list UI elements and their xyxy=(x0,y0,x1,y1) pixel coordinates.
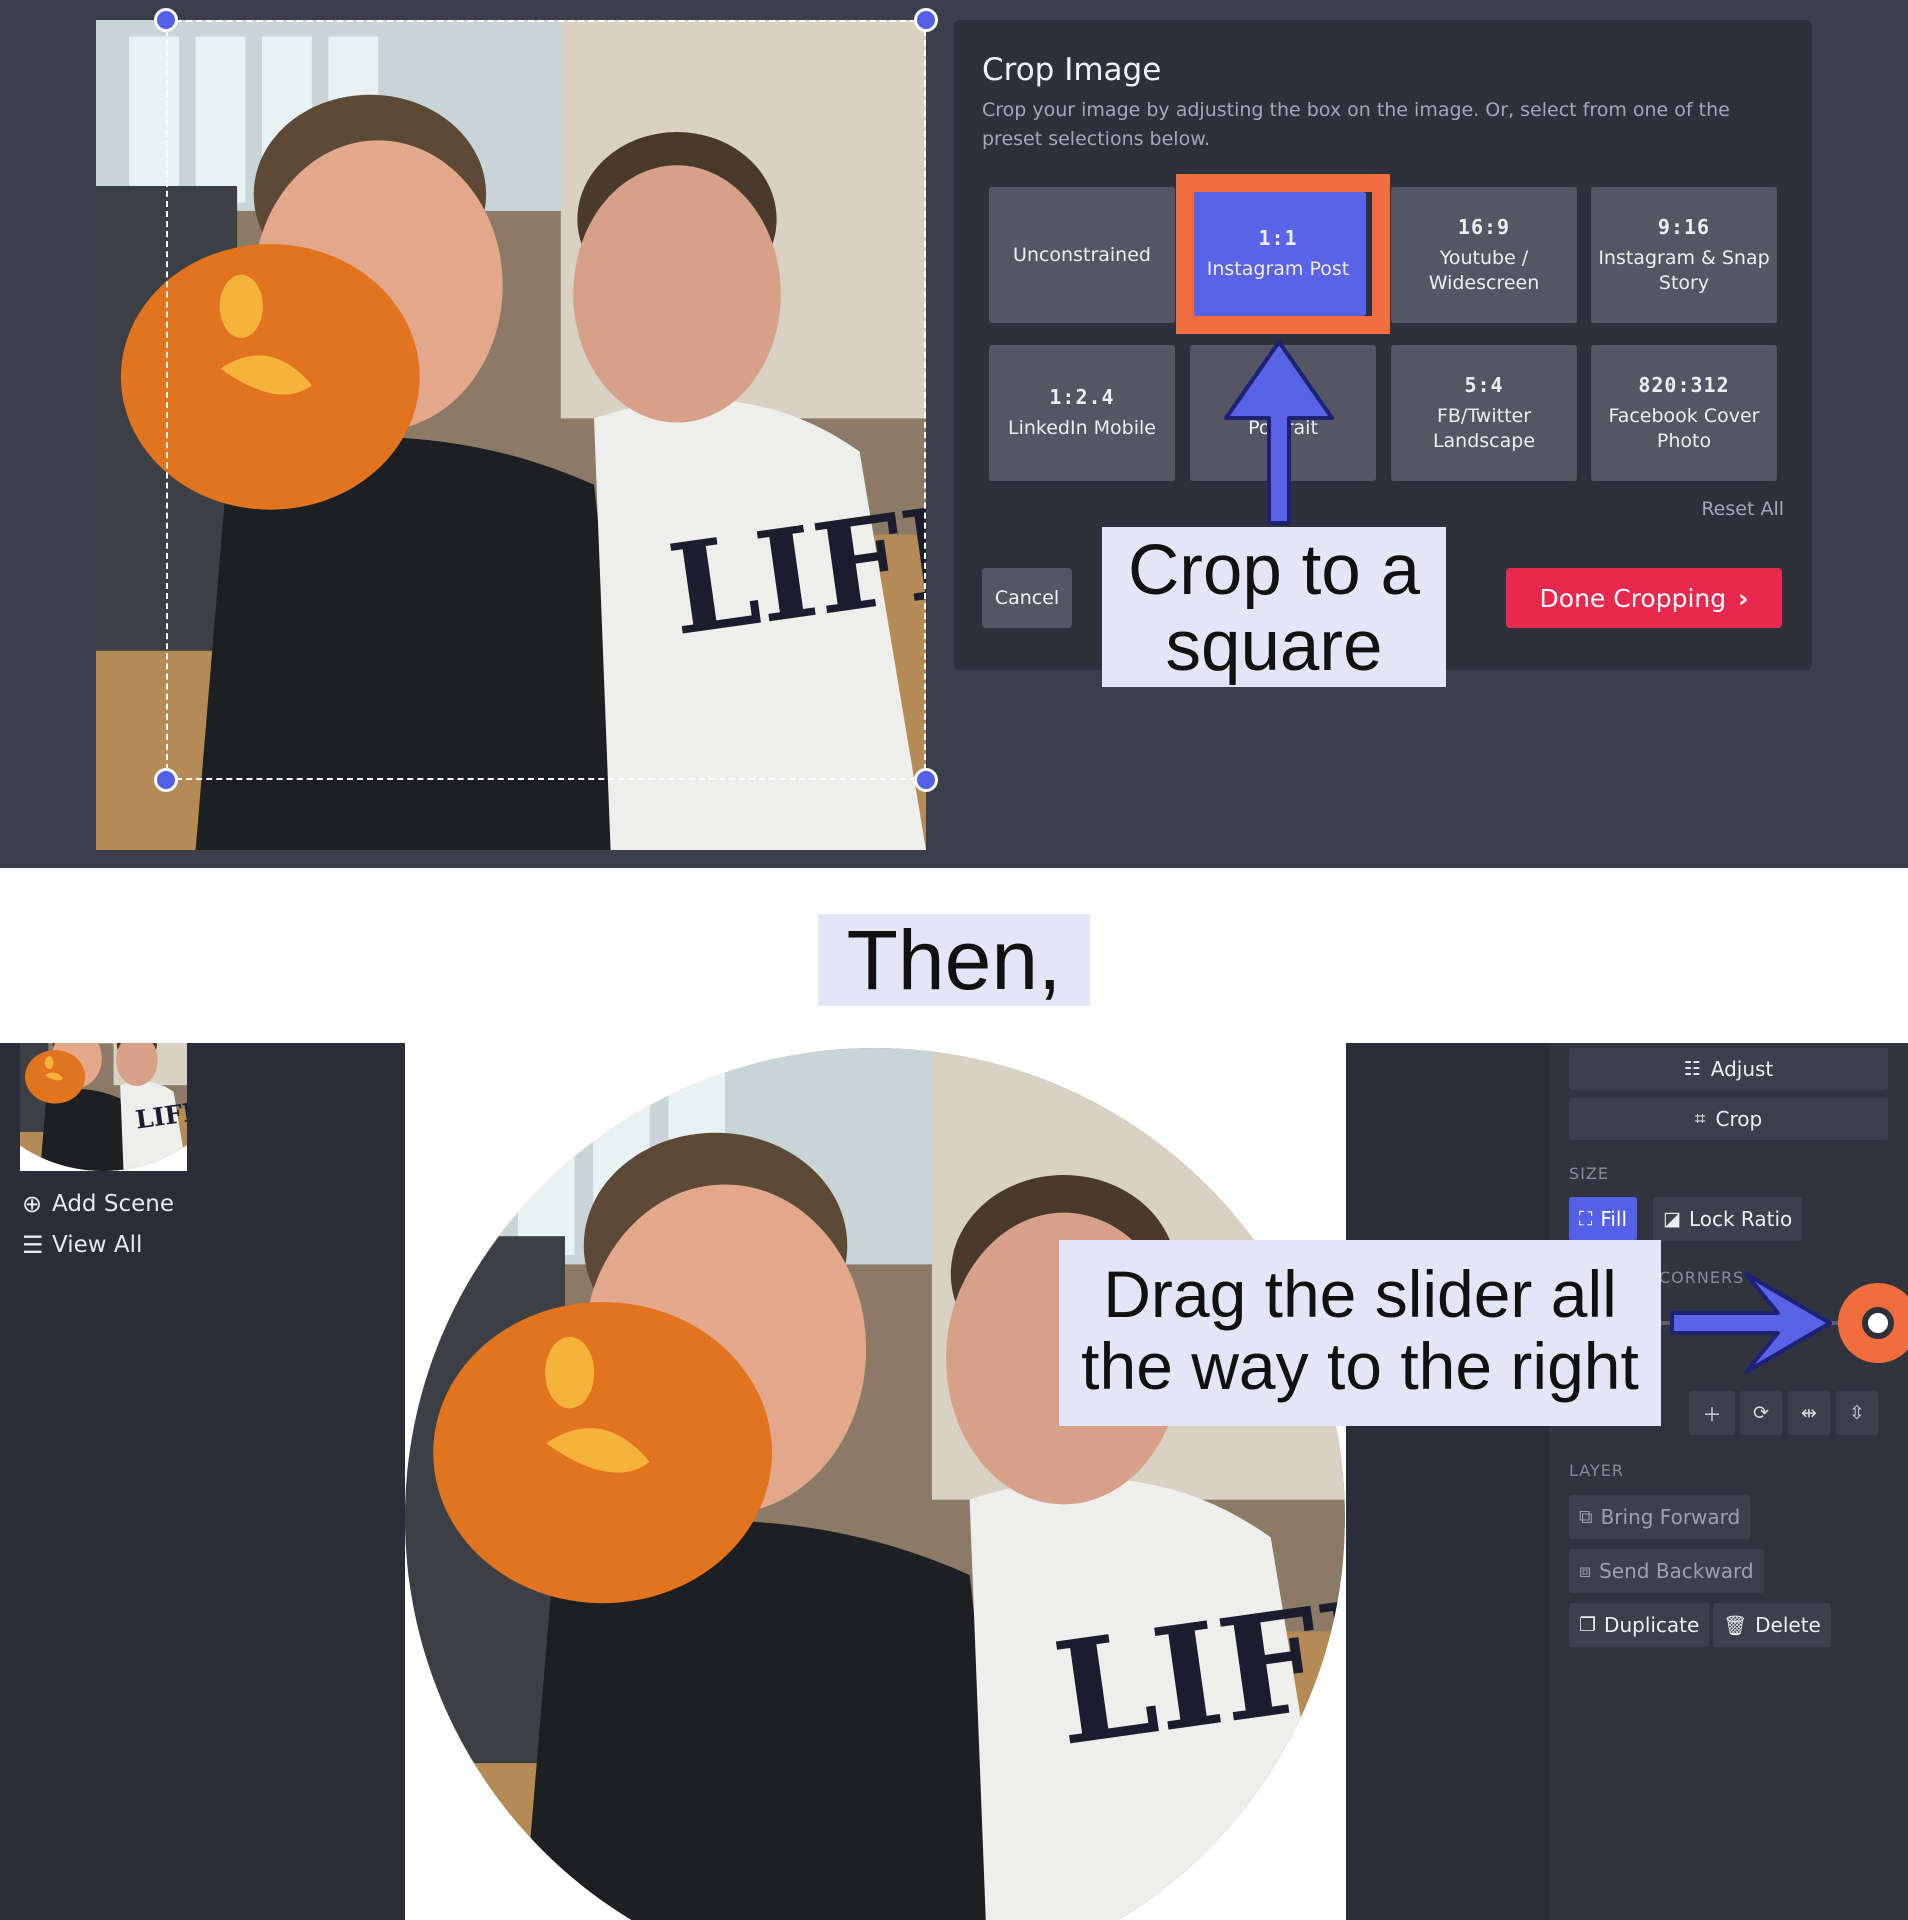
list-icon: ☰ xyxy=(22,1231,44,1259)
preset-ratio: 820:312 xyxy=(1638,372,1730,397)
circular-photo[interactable] xyxy=(405,1043,1346,1920)
preset-1-2-4[interactable]: 1:2.4 LinkedIn Mobile xyxy=(989,345,1175,481)
bring-forward-button[interactable]: ⧉ Bring Forward xyxy=(1569,1495,1751,1539)
preset-label: Facebook Cover Photo xyxy=(1608,404,1760,452)
rotate-icon[interactable]: ⟳ xyxy=(1740,1391,1782,1435)
properties-panel: ☷ Adjust ⌗ Crop SIZE ⛶ Fill ◪ Lock Ratio… xyxy=(1549,1043,1908,1920)
preset-label: LinkedIn Mobile xyxy=(1008,417,1156,439)
add-scene-link[interactable]: ⊕ Add Scene xyxy=(22,1190,174,1218)
dialog-title: Crop Image xyxy=(982,52,1162,88)
crop-editor-panel: Crop Image Crop your image by adjusting … xyxy=(0,0,1908,868)
send-backward-label: Send Backward xyxy=(1599,1559,1754,1583)
plus-circle-icon: ⊕ xyxy=(22,1190,43,1218)
lock-ratio-label: Lock Ratio xyxy=(1688,1207,1793,1231)
right-arrow-annotation xyxy=(1670,1272,1832,1374)
duplicate-button[interactable]: ❐ Duplicate xyxy=(1569,1603,1710,1647)
preset-ratio: 16:9 xyxy=(1457,214,1511,239)
size-section-label: SIZE xyxy=(1569,1164,1609,1183)
up-arrow-annotation xyxy=(1224,340,1334,525)
scene-thumbnail-image xyxy=(20,1043,187,1171)
callout-crop-to-square: Crop to a square xyxy=(1102,527,1446,687)
trash-icon: 🗑 xyxy=(1723,1614,1748,1637)
duplicate-label: Duplicate xyxy=(1604,1613,1700,1637)
copy-icon: ❐ xyxy=(1579,1614,1597,1636)
callout-drag-slider: Drag the slider all the way to the right xyxy=(1059,1240,1661,1426)
cancel-button[interactable]: Cancel xyxy=(982,568,1072,628)
callout-then: Then, xyxy=(818,914,1090,1006)
add-scene-label: Add Scene xyxy=(52,1191,174,1217)
crop-handle-top-right[interactable] xyxy=(914,8,938,32)
delete-label: Delete xyxy=(1755,1613,1821,1637)
crop-button[interactable]: ⌗ Crop xyxy=(1569,1098,1888,1140)
crop-handle-top-left[interactable] xyxy=(154,8,178,32)
flip-vertical-icon[interactable]: ⇳ xyxy=(1836,1391,1878,1435)
tutorial-composite: Crop Image Crop your image by adjusting … xyxy=(0,0,1908,1920)
canvas-gutter xyxy=(1346,1043,1549,1920)
slider-knob-center[interactable] xyxy=(1862,1307,1894,1339)
aspect-ratio-icon: ◪ xyxy=(1663,1208,1681,1230)
preset-9-16[interactable]: 9:16 Instagram & Snap Story xyxy=(1591,187,1777,323)
adjust-label: Adjust xyxy=(1710,1057,1774,1081)
preset-label: Unconstrained xyxy=(1013,243,1151,266)
lock-ratio-button[interactable]: ◪ Lock Ratio xyxy=(1653,1197,1803,1241)
chevron-right-icon: › xyxy=(1738,583,1749,613)
expand-icon: ⛶ xyxy=(1579,1208,1593,1230)
preset-ratio: 9:16 xyxy=(1657,214,1711,239)
adjust-button[interactable]: ☷ Adjust xyxy=(1569,1048,1888,1090)
layer-down-icon: ⧈ xyxy=(1579,1560,1592,1582)
crop-handle-bottom-right[interactable] xyxy=(914,768,938,792)
crop-handle-bottom-left[interactable] xyxy=(154,768,178,792)
layer-up-icon: ⧉ xyxy=(1579,1506,1593,1528)
selected-preset-highlight xyxy=(1176,174,1390,334)
fill-button[interactable]: ⛶ Fill xyxy=(1569,1197,1638,1241)
preset-5-4[interactable]: 5:4 FB/Twitter Landscape xyxy=(1391,345,1577,481)
preset-label: Youtube / Widescreen xyxy=(1428,246,1540,294)
bring-forward-label: Bring Forward xyxy=(1600,1505,1741,1529)
dialog-description: Crop your image by adjusting the box on … xyxy=(982,99,1730,150)
sliders-icon: ☷ xyxy=(1683,1058,1701,1080)
preset-label: Instagram & Snap Story xyxy=(1598,246,1770,294)
flip-horizontal-icon[interactable]: ⇹ xyxy=(1788,1391,1830,1435)
view-all-label: View All xyxy=(52,1232,143,1258)
layer-section-label: LAYER xyxy=(1569,1461,1624,1480)
done-cropping-label: Done Cropping xyxy=(1539,583,1727,613)
plus-icon[interactable]: ＋ xyxy=(1689,1391,1735,1435)
editor-panel: ⊕ Add Scene ☰ View All ☷ Adjust ⌗ Crop S… xyxy=(0,1043,1908,1920)
preset-820-312[interactable]: 820:312 Facebook Cover Photo xyxy=(1591,345,1777,481)
crop-label: Crop xyxy=(1715,1107,1763,1131)
scenes-sidebar: ⊕ Add Scene ☰ View All xyxy=(0,1043,405,1920)
crop-selection-box[interactable] xyxy=(166,20,926,780)
preset-16-9[interactable]: 16:9 Youtube / Widescreen xyxy=(1391,187,1577,323)
preset-ratio: 1:2.4 xyxy=(1049,385,1115,409)
fill-label: Fill xyxy=(1600,1207,1628,1231)
preset-label: FB/Twitter Landscape xyxy=(1432,404,1536,452)
scene-thumbnail[interactable] xyxy=(20,1043,187,1171)
editor-canvas xyxy=(405,1043,1346,1920)
send-backward-button[interactable]: ⧈ Send Backward xyxy=(1569,1549,1764,1593)
done-cropping-button[interactable]: Done Cropping › xyxy=(1506,568,1782,628)
crop-icon: ⌗ xyxy=(1694,1108,1706,1130)
preset-ratio: 5:4 xyxy=(1464,372,1504,397)
preset-unconstrained[interactable]: Unconstrained xyxy=(989,187,1175,323)
delete-button[interactable]: 🗑 Delete xyxy=(1713,1603,1831,1647)
reset-all-link[interactable]: Reset All xyxy=(1701,498,1784,520)
view-all-link[interactable]: ☰ View All xyxy=(22,1231,142,1259)
